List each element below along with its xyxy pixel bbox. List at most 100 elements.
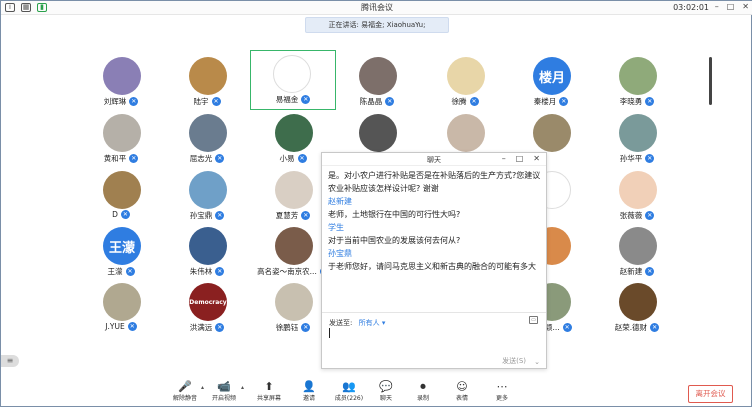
send-options-icon[interactable]: ⌄ <box>534 358 540 366</box>
toolbar-chat-button[interactable]: 💬 聊天 <box>368 380 404 403</box>
avatar <box>619 114 657 152</box>
send-to-label: 发送至: <box>329 319 353 327</box>
toolbar-invite-button[interactable]: 👤 邀请 <box>291 381 327 403</box>
send-button[interactable]: 发送(S) <box>502 356 526 366</box>
participant-name: 洪满远 <box>189 323 213 332</box>
participant-name: 张薇薇 <box>619 211 643 220</box>
participant-tile[interactable]: J.YUE ✕ <box>81 279 161 337</box>
grid-scrollbar[interactable] <box>709 57 712 105</box>
close-icon[interactable]: ✕ <box>742 2 749 11</box>
mic-muted-icon: ✕ <box>469 97 479 106</box>
participant-tile[interactable]: 朱伟林 ✕ <box>167 223 247 281</box>
share-screen-icon: ⬆ <box>264 380 274 393</box>
avatar <box>359 114 397 152</box>
toolbar-members-button[interactable]: 👥 成员(226) <box>331 381 367 403</box>
chat-input-area: 发送至: 所有人 ▾ ▭ 发送(S) ⌄ <box>322 312 546 370</box>
video-off-icon: 📹 <box>217 380 231 393</box>
maximize-icon[interactable]: □ <box>727 2 735 11</box>
participant-tile[interactable]: 易福金 ✕ <box>250 50 336 110</box>
participant-tile[interactable]: Democracy 洪满远 ✕ <box>167 279 247 337</box>
toolbar-label: 共享屏幕 <box>256 395 281 402</box>
participant-name: 陈晶晶 <box>359 97 383 106</box>
chat-sender: 学生 <box>328 223 344 232</box>
avatar <box>619 57 657 95</box>
mic-muted-icon: ✕ <box>645 211 655 220</box>
chat-input[interactable] <box>329 328 330 338</box>
toolbar-label: 更多 <box>495 395 508 402</box>
toolbar-emoji-button[interactable]: ☺ 表情 <box>444 381 480 403</box>
participant-tile[interactable]: 赵荣.德财 ✕ <box>597 279 677 337</box>
toolbar-video-off-button[interactable]: 📹 开启视频 <box>206 380 242 403</box>
mic-muted-icon: ✕ <box>645 154 655 163</box>
video-options-icon[interactable]: ▴ <box>241 384 244 391</box>
participant-tile[interactable]: 徐腾 ✕ <box>425 53 505 111</box>
mic-muted-icon: ✕ <box>301 211 311 220</box>
chat-icon: 💬 <box>379 380 393 393</box>
participant-tile[interactable]: D ✕ <box>81 167 161 225</box>
participant-tile[interactable]: 孙华平 ✕ <box>597 110 677 168</box>
participant-tile[interactable]: 陈晶晶 ✕ <box>337 53 417 111</box>
minimize-icon[interactable]: – <box>715 2 719 11</box>
more-icon: ⋯ <box>496 380 508 393</box>
participant-tile[interactable]: 赵新建 ✕ <box>597 223 677 281</box>
file-icon[interactable]: ▭ <box>529 316 538 324</box>
chat-header[interactable]: 聊天 – □ ✕ <box>322 153 546 166</box>
participant-tile[interactable]: 王濛 王濛 ✕ <box>81 223 161 281</box>
avatar <box>447 57 485 95</box>
toolbar-label: 录制 <box>416 395 429 402</box>
mic-muted-icon: ✕ <box>645 97 655 106</box>
mic-muted-icon: ✕ <box>127 322 137 331</box>
mic-muted-icon: ✕ <box>297 154 307 163</box>
participant-name: 朱伟林 <box>189 267 213 276</box>
expand-sidebar-icon[interactable]: ≡ <box>1 355 19 367</box>
avatar <box>275 227 313 265</box>
participant-name: 徐腾 <box>451 97 467 106</box>
participant-tile[interactable]: 刘辉琳 ✕ <box>81 53 161 111</box>
meeting-window: i ▦ ▮ 腾讯会议 03:02:01 – □ ✕ 正在讲话: 易福金; Xia… <box>0 0 752 407</box>
avatar <box>273 55 311 93</box>
chat-close-icon[interactable]: ✕ <box>533 154 540 163</box>
mic-muted-icon: ✕ <box>120 210 130 219</box>
participant-tile[interactable]: 张薇薇 ✕ <box>597 167 677 225</box>
participant-name: 易福金 <box>275 95 299 104</box>
participant-tile[interactable]: 孙宝鼎 ✕ <box>167 167 247 225</box>
participant-tile[interactable]: 屈志光 ✕ <box>167 110 247 168</box>
chat-message: 是。对小农户进行补贴是否是在补贴落后的生产方式?您建议农业补贴应该怎样设计呢? … <box>328 171 541 193</box>
toolbar-label: 解除静音 <box>172 395 197 402</box>
chat-message: 对于当前中国农业的发展该何去何从? <box>328 236 461 245</box>
meeting-toolbar: 🎤 解除静音 📹 开启视频 ⬆ 共享屏幕 👤 邀请 👥 成员(226) 💬 聊天 ⏺ 录制 ☺ 表情 ⋯ 更多 ▴ ▴ <box>1 381 752 407</box>
leave-meeting-button[interactable]: 离开会议 <box>688 385 733 403</box>
mic-muted-icon: ✕ <box>215 211 225 220</box>
mic-muted-icon: ✕ <box>645 267 655 276</box>
participant-tile[interactable]: 李晓勇 ✕ <box>597 53 677 111</box>
mic-muted-icon: ✕ <box>211 97 221 106</box>
toolbar-share-screen-button[interactable]: ⬆ 共享屏幕 <box>251 380 287 403</box>
avatar <box>275 283 313 321</box>
avatar <box>103 171 141 209</box>
participant-name: 王濛 <box>107 267 123 276</box>
avatar: 楼月 <box>533 57 571 95</box>
toolbar-more-button[interactable]: ⋯ 更多 <box>484 380 520 403</box>
participant-name: 刘辉琳 <box>103 97 127 106</box>
toolbar-label: 成员(226) <box>334 395 364 402</box>
meeting-timer: 03:02:01 <box>673 3 709 12</box>
participant-tile[interactable]: 黄和平 ✕ <box>81 110 161 168</box>
mic-muted-icon: ✕ <box>215 267 225 276</box>
send-to-dropdown[interactable]: 所有人 ▾ <box>359 319 386 327</box>
mic-muted-icon: ✕ <box>129 97 139 106</box>
avatar <box>189 227 227 265</box>
mic-muted-icon: ✕ <box>215 154 225 163</box>
title-bar: i ▦ ▮ 腾讯会议 03:02:01 – □ ✕ <box>1 1 752 15</box>
toolbar-mic-muted-button[interactable]: 🎤 解除静音 <box>167 381 203 403</box>
avatar <box>533 114 571 152</box>
chat-minimize-icon[interactable]: – <box>502 154 506 163</box>
toolbar-label: 开启视频 <box>211 395 236 402</box>
mic-options-icon[interactable]: ▴ <box>201 384 204 391</box>
chat-maximize-icon[interactable]: □ <box>516 154 524 163</box>
mic-muted-icon: ✕ <box>559 97 569 106</box>
participant-tile[interactable]: 陆宇 ✕ <box>167 53 247 111</box>
avatar <box>359 57 397 95</box>
toolbar-record-button[interactable]: ⏺ 录制 <box>405 381 441 403</box>
participant-tile[interactable]: 楼月 秦楼月 ✕ <box>511 53 591 111</box>
avatar <box>103 283 141 321</box>
